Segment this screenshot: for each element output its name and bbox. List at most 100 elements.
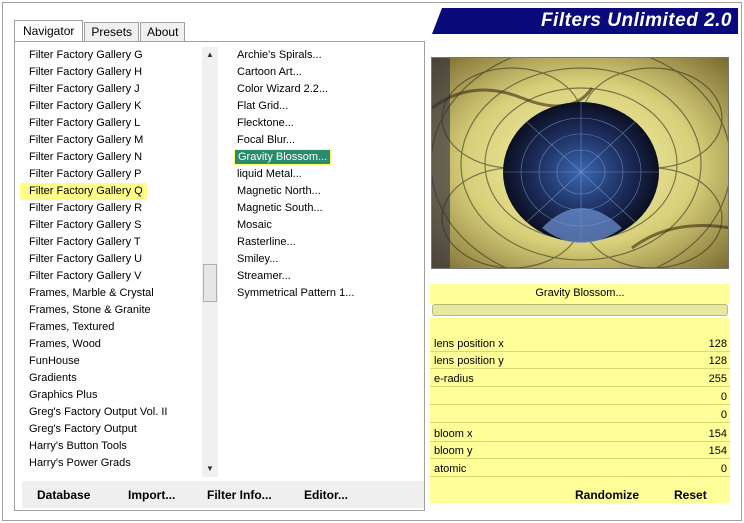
navigator-button-bar: Database Import... Filter Info... Editor… [22, 481, 424, 508]
category-item[interactable]: Filter Factory Gallery P [20, 166, 202, 183]
filter-item-label: Magnetic North... [237, 185, 321, 197]
parameter-slider[interactable]: 0 [430, 407, 730, 424]
parameter-slider[interactable]: lens position y 128 [430, 353, 730, 370]
category-item[interactable]: Filter Factory Gallery G [20, 47, 202, 64]
filter-item-label: Focal Blur... [237, 134, 296, 146]
category-item[interactable]: Filter Factory Gallery J [20, 81, 202, 98]
filter-item-label: Archie's Spirals... [237, 49, 322, 61]
category-item[interactable]: Harry's Button Tools [20, 438, 202, 455]
category-item[interactable]: Frames, Marble & Crystal [20, 285, 202, 302]
parameter-slider[interactable]: atomic 0 [430, 461, 730, 478]
slider-value: 154 [708, 428, 727, 440]
filter-item-label: Color Wizard 2.2... [237, 83, 329, 95]
slider-label: bloom y [434, 445, 473, 457]
category-item[interactable]: Filter Factory Gallery R [20, 200, 202, 217]
category-item[interactable]: Filter Factory Gallery V [20, 268, 202, 285]
filter-item[interactable]: Streamer... [228, 268, 423, 285]
category-list[interactable]: Filter Factory Gallery G Filter Factory G… [20, 47, 202, 477]
category-item[interactable]: Greg's Factory Output Vol. II [20, 404, 202, 421]
category-item[interactable]: Filter Factory Gallery Q [20, 183, 147, 200]
filter-item[interactable]: Archie's Spirals... [228, 47, 423, 64]
parameter-slider[interactable]: lens position x 128 [430, 336, 730, 353]
filter-item[interactable]: Color Wizard 2.2... [228, 81, 423, 98]
filter-item[interactable]: Mosaic [228, 217, 423, 234]
filter-item[interactable]: Smiley... [228, 251, 423, 268]
tab-navigator[interactable]: Navigator [14, 20, 84, 42]
category-item[interactable]: Filter Factory Gallery T [20, 234, 202, 251]
scroll-down-arrow-icon[interactable]: ▼ [202, 461, 218, 477]
slider-label: e-radius [434, 373, 474, 385]
slider-label: lens position y [434, 355, 504, 367]
filter-item-label: Streamer... [237, 270, 291, 282]
slider-value: 154 [708, 445, 727, 457]
category-item[interactable]: Filter Factory Gallery S [20, 217, 202, 234]
filter-item-label: liquid Metal... [237, 168, 302, 180]
filter-item[interactable]: Rasterline... [228, 234, 423, 251]
slider-label: atomic [434, 463, 467, 475]
filter-item[interactable]: Focal Blur... [228, 132, 423, 149]
randomize-button[interactable]: Randomize [575, 488, 639, 502]
category-item[interactable]: Gradients [20, 370, 202, 387]
database-button[interactable]: Database [37, 488, 90, 502]
category-item[interactable]: Frames, Stone & Granite [20, 302, 202, 319]
category-item[interactable]: Filter Factory Gallery H [20, 64, 202, 81]
category-item[interactable]: Filter Factory Gallery M [20, 132, 202, 149]
filter-item-label: Gravity Blossom... [234, 149, 332, 165]
category-item[interactable]: Frames, Wood [20, 336, 202, 353]
category-item[interactable]: Graphics Plus [20, 387, 202, 404]
filter-item[interactable]: Magnetic South... [228, 200, 423, 217]
banner-title: Filters Unlimited 2.0 [540, 10, 732, 31]
filter-item-label: Smiley... [237, 253, 279, 265]
slider-label: bloom x [434, 428, 473, 440]
category-item[interactable]: Filter Factory Gallery L [20, 115, 202, 132]
slider-track[interactable] [430, 441, 730, 442]
progress-bar [432, 304, 728, 316]
parameter-slider[interactable]: e-radius 255 [430, 371, 730, 388]
filter-item[interactable]: Magnetic North... [228, 183, 423, 200]
category-item[interactable]: Harry's Power Grads [20, 455, 202, 472]
category-item[interactable]: Filter Factory Gallery N [20, 149, 202, 166]
category-scrollbar[interactable]: ▲ ▼ [202, 47, 218, 477]
slider-track[interactable] [430, 458, 730, 459]
slider-track[interactable] [430, 476, 730, 477]
filter-item-label: Flat Grid... [237, 100, 289, 112]
scroll-up-arrow-icon[interactable]: ▲ [202, 47, 218, 63]
category-item[interactable]: FunHouse [20, 353, 202, 370]
filter-item[interactable]: liquid Metal... [228, 166, 423, 183]
filter-item[interactable]: Gravity Blossom... [228, 149, 423, 166]
reset-button[interactable]: Reset [674, 488, 707, 502]
category-item[interactable]: Filter Factory Gallery K [20, 98, 202, 115]
slider-track[interactable] [430, 422, 730, 423]
tab-about[interactable]: About [140, 22, 186, 42]
category-item[interactable]: Greg's Factory Output [20, 421, 202, 438]
filter-item-label: Rasterline... [237, 236, 296, 248]
filter-item[interactable]: Cartoon Art... [228, 64, 423, 81]
filter-item[interactable]: Flat Grid... [228, 98, 423, 115]
category-item[interactable]: Filter Factory Gallery U [20, 251, 202, 268]
parameter-slider[interactable]: bloom x 154 [430, 426, 730, 443]
scroll-thumb[interactable] [203, 264, 217, 302]
parameter-panel: lens position x 128 lens position y 128 e-ra… [430, 318, 730, 503]
slider-value: 0 [720, 409, 727, 421]
filter-info-button[interactable]: Filter Info... [207, 488, 272, 502]
parameter-slider[interactable]: bloom y 154 [430, 443, 730, 460]
selected-filter-name: Gravity Blossom... [430, 284, 730, 304]
import-button[interactable]: Import... [128, 488, 175, 502]
filter-list[interactable]: Archie's Spirals... Cartoon Art... Color W… [228, 47, 423, 477]
filter-item[interactable]: Flecktone... [228, 115, 423, 132]
slider-value: 0 [720, 463, 727, 475]
filter-item-label: Mosaic [237, 219, 272, 231]
filter-item-label: Magnetic South... [237, 202, 323, 214]
category-item[interactable]: Frames, Textured [20, 319, 202, 336]
slider-value: 255 [708, 373, 727, 385]
filter-preview-image [431, 57, 729, 269]
filter-item-label: Cartoon Art... [237, 66, 302, 78]
parameter-slider[interactable]: 0 [430, 389, 730, 406]
editor-button[interactable]: Editor... [304, 488, 348, 502]
slider-track[interactable] [430, 404, 730, 405]
filter-item[interactable]: Symmetrical Pattern 1... [228, 285, 423, 302]
slider-value: 0 [720, 391, 727, 403]
slider-track[interactable] [430, 386, 730, 387]
parameter-button-bar: Randomize Reset [430, 486, 730, 503]
tab-presets[interactable]: Presets [84, 22, 140, 42]
